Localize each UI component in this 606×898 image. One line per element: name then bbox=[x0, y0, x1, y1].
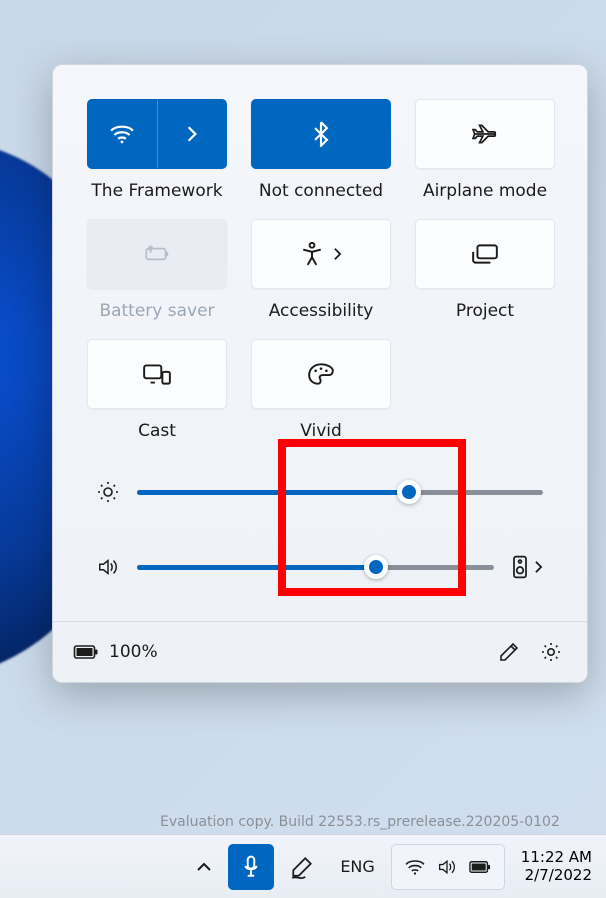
battery-saver-button bbox=[87, 219, 227, 289]
date-text: 2/7/2022 bbox=[525, 867, 592, 884]
battery-saver-label: Battery saver bbox=[99, 301, 214, 321]
brightness-thumb[interactable] bbox=[397, 480, 421, 504]
bluetooth-button[interactable] bbox=[251, 99, 391, 169]
volume-icon bbox=[436, 858, 458, 876]
accessibility-tile: Accessibility bbox=[251, 219, 391, 321]
edit-quick-settings-button[interactable] bbox=[493, 636, 525, 668]
chevron-right-icon bbox=[534, 560, 543, 574]
chevron-up-icon bbox=[196, 861, 212, 873]
brightness-slider[interactable] bbox=[137, 490, 543, 495]
taskbar: ENG 11:22 AM 2/7/2022 bbox=[0, 834, 606, 898]
sliders-section bbox=[53, 461, 587, 621]
volume-thumb[interactable] bbox=[364, 555, 388, 579]
project-button[interactable] bbox=[415, 219, 555, 289]
chevron-right-icon bbox=[333, 247, 342, 261]
airplane-icon bbox=[472, 123, 498, 145]
wifi-toggle[interactable] bbox=[88, 100, 157, 168]
battery-saver-tile: Battery saver bbox=[87, 219, 227, 321]
palette-icon bbox=[307, 362, 335, 386]
time-text: 11:22 AM bbox=[521, 849, 592, 866]
accessibility-icon bbox=[301, 242, 323, 266]
battery-percent: 100% bbox=[109, 642, 158, 662]
evaluation-watermark: Evaluation copy. Build 22553.rs_prerelea… bbox=[160, 814, 560, 830]
vivid-button[interactable] bbox=[251, 339, 391, 409]
cast-label: Cast bbox=[138, 421, 176, 441]
vivid-tile: Vivid bbox=[251, 339, 391, 441]
system-tray[interactable] bbox=[391, 844, 505, 890]
battery-icon bbox=[73, 644, 99, 660]
quick-settings-footer: 100% bbox=[53, 621, 587, 682]
settings-button[interactable] bbox=[535, 636, 567, 668]
pencil-icon bbox=[498, 641, 520, 663]
airplane-label: Airplane mode bbox=[423, 181, 547, 201]
accessibility-button[interactable] bbox=[251, 219, 391, 289]
airplane-button[interactable] bbox=[415, 99, 555, 169]
volume-row bbox=[97, 555, 543, 579]
wifi-tile: The Framework bbox=[87, 99, 227, 201]
pen-menu-button[interactable] bbox=[280, 844, 324, 890]
project-label: Project bbox=[456, 301, 514, 321]
volume-slider[interactable] bbox=[137, 565, 494, 570]
project-tile: Project bbox=[415, 219, 555, 321]
speaker-device-icon bbox=[512, 555, 528, 579]
volume-icon bbox=[97, 556, 119, 578]
project-icon bbox=[471, 243, 499, 265]
vivid-label: Vivid bbox=[300, 421, 342, 441]
cast-button[interactable] bbox=[87, 339, 227, 409]
tray-overflow-button[interactable] bbox=[186, 844, 222, 890]
gear-icon bbox=[540, 641, 562, 663]
battery-saver-icon bbox=[142, 244, 172, 264]
wifi-expand[interactable] bbox=[157, 100, 227, 168]
pen-icon bbox=[290, 855, 314, 879]
clock[interactable]: 11:22 AM 2/7/2022 bbox=[511, 849, 598, 884]
brightness-row bbox=[97, 481, 543, 503]
accessibility-label: Accessibility bbox=[269, 301, 374, 321]
chevron-right-icon bbox=[186, 125, 198, 143]
audio-output-button[interactable] bbox=[512, 555, 543, 579]
wifi-icon bbox=[404, 859, 426, 875]
wifi-icon bbox=[109, 124, 135, 144]
microphone-button[interactable] bbox=[228, 844, 274, 890]
battery-icon bbox=[468, 860, 492, 874]
language-button[interactable]: ENG bbox=[330, 844, 384, 890]
bluetooth-label: Not connected bbox=[259, 181, 383, 201]
bluetooth-icon bbox=[313, 121, 329, 147]
wifi-label: The Framework bbox=[91, 181, 222, 201]
quick-settings-panel: The Framework Not connected Airplane mod… bbox=[52, 64, 588, 683]
bluetooth-tile: Not connected bbox=[251, 99, 391, 201]
microphone-icon bbox=[242, 855, 260, 879]
airplane-tile: Airplane mode bbox=[415, 99, 555, 201]
quick-settings-tiles: The Framework Not connected Airplane mod… bbox=[53, 65, 587, 461]
cast-icon bbox=[142, 363, 172, 385]
cast-tile: Cast bbox=[87, 339, 227, 441]
brightness-icon bbox=[97, 481, 119, 503]
wifi-button[interactable] bbox=[87, 99, 227, 169]
